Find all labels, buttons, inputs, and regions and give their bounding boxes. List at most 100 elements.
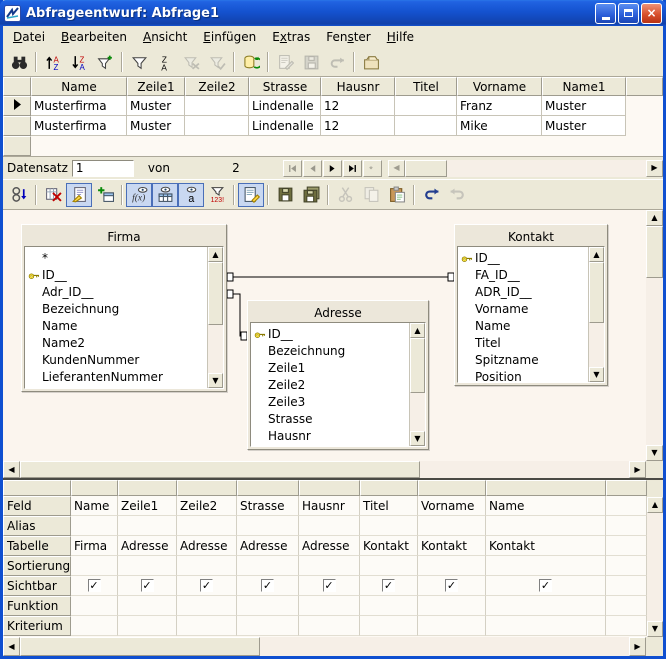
table-title[interactable]: Firma [24, 227, 224, 246]
grid-cell[interactable]: 12 [321, 116, 395, 136]
apply-filter-button[interactable] [204, 50, 230, 74]
sort-ascending-button[interactable]: AZ [40, 50, 66, 74]
field-item[interactable]: Name2 [25, 334, 207, 351]
tabelle-cell[interactable]: Kontakt [418, 536, 486, 556]
row-label-sichtbar[interactable]: Sichtbar [3, 576, 71, 596]
alias-cell[interactable] [418, 516, 486, 536]
field-item[interactable]: ID__ [251, 325, 409, 342]
funktion-cell[interactable] [177, 596, 237, 616]
tabelle-cell[interactable]: Kontakt [360, 536, 418, 556]
kriterium-cell[interactable] [360, 616, 418, 636]
grid-cell[interactable]: Mike [457, 116, 542, 136]
run-query-button[interactable] [6, 183, 32, 207]
title-bar[interactable]: Abfrageentwurf: Abfrage1 × [0, 0, 666, 26]
query-column-header[interactable] [71, 480, 118, 496]
funktion-cell[interactable] [418, 596, 486, 616]
edit-button[interactable] [238, 183, 264, 207]
scroll-right-icon[interactable]: ▶ [646, 160, 663, 177]
scrollbar-track[interactable] [589, 323, 604, 367]
scroll-left-icon[interactable]: ◀ [3, 461, 20, 478]
sortierung-cell[interactable] [360, 556, 418, 576]
query-column-header[interactable] [418, 480, 486, 496]
tabelle-cell[interactable]: Adresse [237, 536, 299, 556]
feld-cell[interactable]: Zeile2 [177, 496, 237, 516]
alias-cell[interactable] [118, 516, 177, 536]
previous-record-button[interactable] [303, 160, 322, 177]
add-table-button[interactable] [92, 183, 118, 207]
row-selector[interactable] [3, 96, 31, 116]
scrollbar-track[interactable] [447, 160, 646, 177]
standard-filter-button[interactable] [126, 50, 152, 74]
grid-cell[interactable] [185, 96, 249, 116]
funktion-cell[interactable] [237, 596, 299, 616]
column-header-name[interactable]: Name [31, 77, 127, 96]
query-column-header[interactable] [486, 480, 606, 496]
funktion-cell[interactable] [118, 596, 177, 616]
first-record-button[interactable] [283, 160, 302, 177]
row-label-sortierung[interactable]: Sortierung [3, 556, 71, 576]
scrollbar-track[interactable] [410, 393, 425, 431]
save-as-button[interactable] [298, 183, 324, 207]
alias-cell[interactable] [360, 516, 418, 536]
table-window-kontakt[interactable]: KontaktID__FA_ID__ADR_ID__VornameNameTit… [454, 224, 608, 386]
visible-checkbox[interactable]: ✓ [141, 579, 154, 592]
table-window-firma[interactable]: Firma*ID__Adr_ID__BezeichnungNameName2Ku… [21, 224, 227, 392]
kriterium-cell[interactable] [237, 616, 299, 636]
redo-button[interactable] [444, 183, 470, 207]
scroll-left-icon[interactable]: ◀ [3, 637, 20, 656]
tabelle-cell[interactable]: Kontakt [486, 536, 606, 556]
feld-cell[interactable]: Strasse [237, 496, 299, 516]
column-header-hausnr[interactable]: Hausnr [321, 77, 395, 96]
feld-cell[interactable]: Name [486, 496, 606, 516]
scrollbar-thumb[interactable] [646, 226, 663, 278]
visible-checkbox[interactable]: ✓ [382, 579, 395, 592]
feld-cell[interactable]: Zeile1 [118, 496, 177, 516]
scroll-up-icon[interactable]: ▲ [647, 497, 663, 513]
tabelle-cell[interactable]: Adresse [177, 536, 237, 556]
scrollbar-track[interactable] [646, 278, 663, 445]
grid-cell[interactable]: Muster [542, 96, 626, 116]
tabelle-cell[interactable]: Adresse [299, 536, 360, 556]
save-button[interactable] [272, 183, 298, 207]
grid-cell[interactable] [185, 116, 249, 136]
tabelle-cell[interactable]: Firma [71, 536, 118, 556]
funktion-cell[interactable] [360, 596, 418, 616]
kriterium-cell[interactable] [486, 616, 606, 636]
visible-checkbox[interactable]: ✓ [261, 579, 274, 592]
funktion-cell[interactable] [71, 596, 118, 616]
sortierung-cell[interactable] [71, 556, 118, 576]
grid-cell[interactable]: 12 [321, 96, 395, 116]
menu-fenster[interactable]: Fenster [318, 28, 379, 46]
undo-button[interactable] [418, 183, 444, 207]
new-record-button[interactable]: * [363, 160, 382, 177]
feld-cell[interactable]: Name [71, 496, 118, 516]
grid-cell[interactable]: Lindenalle [249, 96, 321, 116]
join-line[interactable] [227, 290, 247, 340]
scrollbar-thumb[interactable] [20, 461, 420, 478]
design-vertical-scrollbar[interactable]: ▲ ▼ [646, 210, 663, 461]
scrollbar-thumb[interactable] [589, 262, 604, 323]
maximize-button[interactable] [618, 3, 639, 24]
alias-cell[interactable] [71, 516, 118, 536]
field-item[interactable]: Position [458, 368, 588, 382]
field-item[interactable]: LieferantenNummer [25, 368, 207, 385]
row-selector[interactable] [3, 116, 31, 136]
scroll-up-icon[interactable]: ▲ [646, 210, 663, 226]
feld-cell[interactable]: Hausnr [299, 496, 360, 516]
table-scrollbar[interactable]: ▲▼ [207, 247, 223, 388]
kriterium-cell[interactable] [299, 616, 360, 636]
grid-cell[interactable]: Muster [127, 116, 185, 136]
scrollbar-track[interactable] [420, 461, 629, 478]
table-title[interactable]: Adresse [250, 303, 426, 322]
close-button[interactable]: × [641, 3, 662, 24]
grid-cell[interactable] [395, 116, 457, 136]
design-canvas[interactable]: Firma*ID__Adr_ID__BezeichnungNameName2Ku… [3, 210, 646, 461]
field-item[interactable]: Bezeichnung [251, 342, 409, 359]
column-header-zeile2[interactable]: Zeile2 [185, 77, 249, 96]
sort-descending-button[interactable]: ZA [66, 50, 92, 74]
cut-button[interactable] [332, 183, 358, 207]
alias-cell[interactable] [237, 516, 299, 536]
row-label-feld[interactable]: Feld [3, 496, 71, 516]
scroll-up-icon[interactable]: ▲ [208, 247, 223, 262]
scroll-down-icon[interactable]: ▼ [410, 431, 425, 446]
